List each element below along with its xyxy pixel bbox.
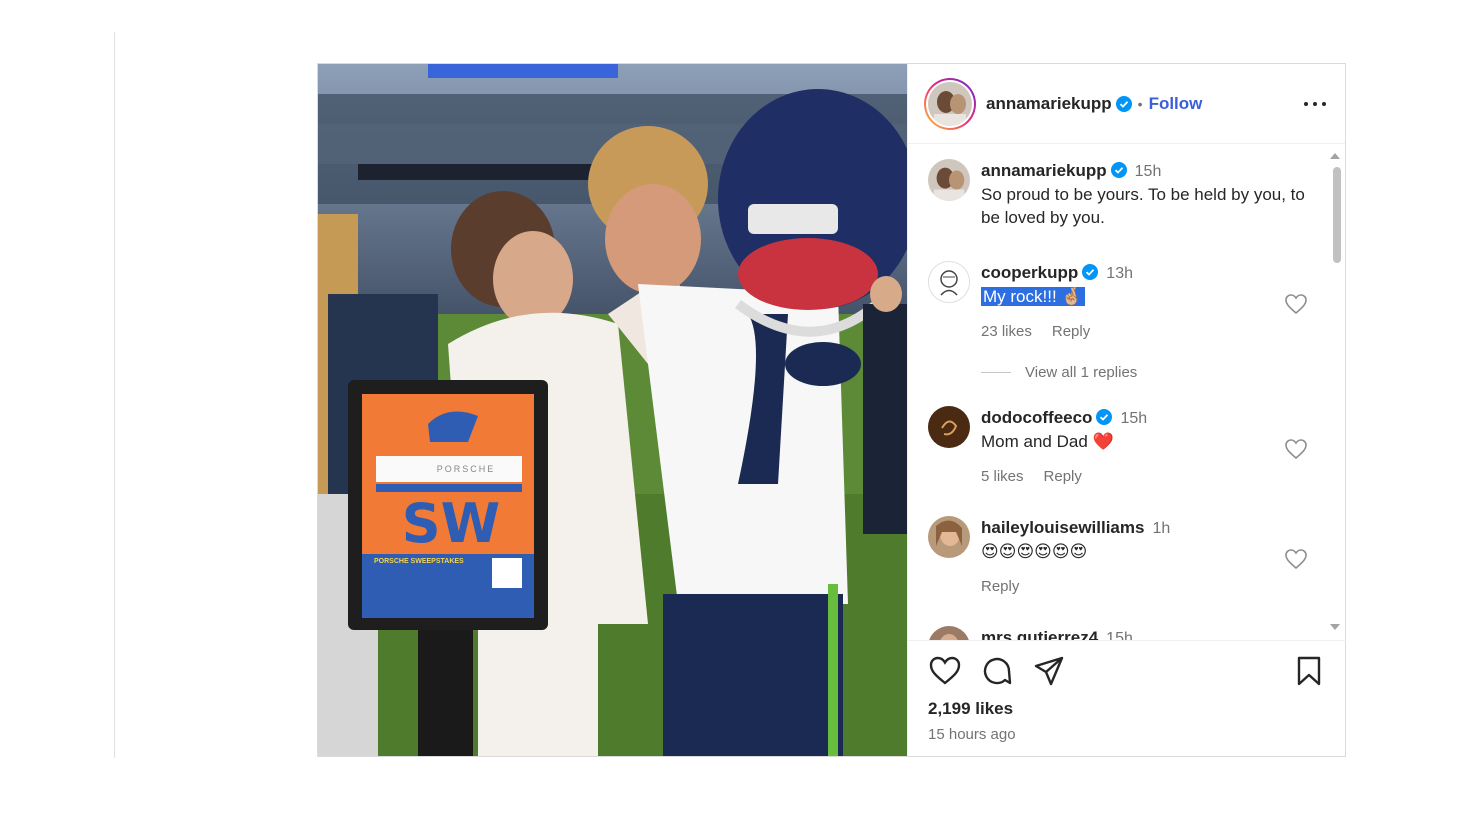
comments-list[interactable]: annamariekupp 15h So proud to be yours. T… — [908, 145, 1346, 640]
comment-avatar[interactable] — [928, 626, 970, 640]
comment-text: 😍😍😍😍😍😍 — [981, 542, 1088, 561]
comment-text: Mom and Dad ❤️ — [981, 432, 1114, 451]
scroll-thumb[interactable] — [1333, 167, 1341, 263]
comment-text: My rock!!! 🤞🏼 — [981, 287, 1085, 306]
post-footer: 2,199 likes 15 hours ago — [908, 640, 1346, 756]
story-ring[interactable] — [924, 77, 976, 130]
post-photo[interactable]: PORSCHE SW PORSCHE SWEEPSTAKES — [318, 64, 907, 756]
sign-code-text: SW — [401, 492, 501, 555]
comment-avatar[interactable] — [928, 406, 970, 448]
comment-username[interactable]: mrs.gutierrez4 — [981, 628, 1098, 640]
caption-text: So proud to be yours. To be held by you,… — [981, 185, 1305, 227]
instagram-post: PORSCHE SW PORSCHE SWEEPSTAKES annamarie… — [317, 63, 1346, 757]
caption-avatar[interactable] — [928, 159, 970, 201]
author-username[interactable]: annamariekupp — [986, 94, 1112, 114]
comments-scrollbar[interactable] — [1326, 145, 1346, 640]
scroll-down-icon[interactable] — [1330, 624, 1340, 630]
caption-username[interactable]: annamariekupp — [981, 161, 1107, 180]
reply-button[interactable]: Reply — [1052, 323, 1090, 340]
comment-item: mrs.gutierrez4 15h — [928, 626, 1308, 640]
comment-avatar[interactable] — [928, 516, 970, 558]
post-header: annamariekupp • Follow — [908, 64, 1345, 144]
comment-username[interactable]: haileylouisewilliams — [981, 518, 1144, 537]
post-side-panel: annamariekupp • Follow annamariekupp 15h … — [907, 64, 1346, 756]
comment-time: 15h — [1106, 630, 1133, 640]
heart-icon[interactable] — [928, 654, 962, 688]
post-timestamp: 15 hours ago — [928, 726, 1016, 743]
comment-icon[interactable] — [980, 654, 1014, 688]
comment-item: haileylouisewilliams 1h 😍😍😍😍😍😍 Reply — [928, 516, 1308, 598]
reply-button[interactable]: Reply — [1044, 468, 1082, 485]
sign-brand-text: PORSCHE — [436, 464, 496, 474]
bookmark-icon[interactable] — [1292, 654, 1326, 688]
comment-item: dodocoffeeco 15h Mom and Dad ❤️ 5 likes Re… — [928, 406, 1308, 488]
scroll-up-icon[interactable] — [1330, 153, 1340, 159]
sign-banner-text: PORSCHE SWEEPSTAKES — [374, 558, 464, 565]
share-icon[interactable] — [1032, 654, 1066, 688]
caption-time: 15h — [1134, 163, 1162, 180]
heart-icon[interactable] — [1284, 438, 1308, 460]
comment-username[interactable]: dodocoffeeco — [981, 408, 1092, 427]
verified-badge-icon — [1082, 264, 1099, 280]
likes-count[interactable]: 2,199 likes — [928, 699, 1326, 719]
more-options-icon[interactable] — [1301, 94, 1329, 114]
comment-item: cooperkupp 13h My rock!!! 🤞🏼 23 likes Repl… — [928, 261, 1308, 343]
caption: annamariekupp 15h So proud to be yours. T… — [928, 159, 1308, 229]
author-avatar[interactable] — [928, 81, 972, 126]
view-replies-text: View all 1 replies — [1025, 364, 1138, 381]
verified-badge-icon — [1096, 409, 1113, 425]
comment-time: 13h — [1106, 265, 1133, 282]
comment-avatar[interactable] — [928, 261, 970, 303]
comment-time: 15h — [1120, 410, 1148, 427]
comment-time: 1h — [1152, 520, 1171, 537]
heart-icon[interactable] — [1284, 548, 1308, 570]
separator-dot: • — [1137, 95, 1143, 112]
verified-badge-icon — [1110, 162, 1127, 178]
follow-button[interactable]: Follow — [1149, 94, 1203, 114]
comment-username[interactable]: cooperkupp — [981, 263, 1078, 282]
view-replies-link[interactable]: View all 1 replies — [981, 364, 1137, 381]
heart-icon[interactable] — [1284, 293, 1308, 315]
action-bar — [928, 641, 1326, 701]
page-divider — [114, 32, 115, 758]
verified-badge-icon — [1115, 95, 1132, 112]
comment-likes[interactable]: 5 likes — [981, 468, 1024, 485]
comment-likes[interactable]: 23 likes — [981, 323, 1032, 340]
photo-illustration — [318, 64, 907, 756]
reply-button[interactable]: Reply — [981, 578, 1019, 595]
